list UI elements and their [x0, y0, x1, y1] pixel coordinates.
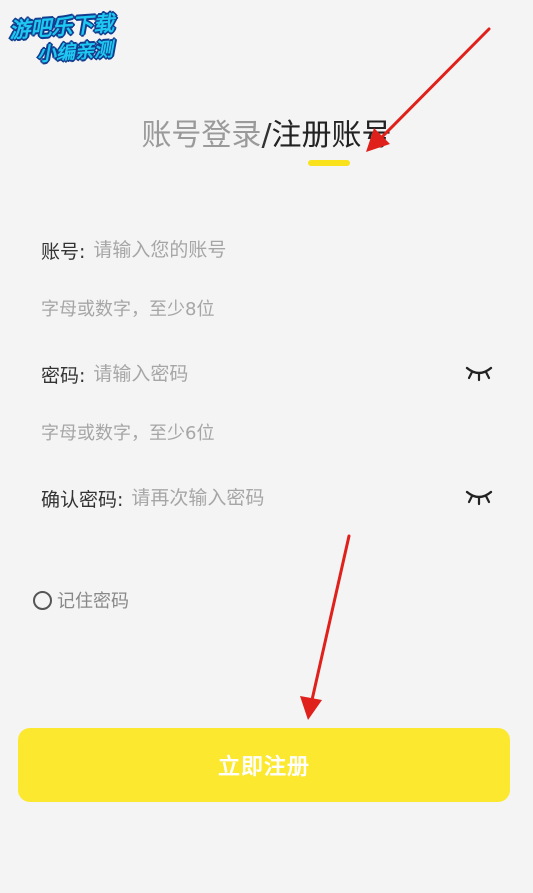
account-label: 账号:: [41, 240, 86, 263]
password-label: 密码:: [41, 364, 86, 387]
register-button[interactable]: 立即注册: [18, 728, 510, 802]
register-page: 游吧乐下载 小编亲测 账号登录/注册账号 账号: 字母或数字，至少8位 密码: …: [0, 0, 533, 893]
watermark-line2: 小编亲测: [36, 38, 114, 66]
confirm-password-row: 确认密码:: [41, 480, 493, 516]
auth-tabs: 账号登录/注册账号: [0, 114, 533, 158]
account-row: 账号:: [41, 232, 493, 268]
active-tab-indicator: [308, 160, 350, 166]
confirm-password-input[interactable]: [131, 487, 493, 509]
remember-password-label: 记住密码: [57, 591, 129, 612]
password-hint: 字母或数字，至少6位: [41, 423, 215, 444]
tab-separator: /: [261, 118, 272, 153]
arrow-to-register-button: [300, 534, 351, 720]
watermark-logo: 游吧乐下载 小编亲测: [6, 5, 150, 73]
account-input[interactable]: [93, 239, 493, 261]
tab-login[interactable]: 账号登录: [141, 118, 261, 153]
password-row: 密码:: [41, 356, 493, 392]
remember-radio[interactable]: [33, 590, 52, 610]
eye-closed-icon[interactable]: [465, 362, 493, 384]
account-hint: 字母或数字，至少8位: [41, 299, 215, 320]
remember-password-toggle[interactable]: 记住密码: [33, 587, 129, 613]
confirm-password-label: 确认密码:: [41, 488, 124, 511]
tab-register[interactable]: 注册账号: [272, 118, 392, 153]
eye-closed-icon[interactable]: [465, 486, 493, 508]
password-input[interactable]: [93, 363, 493, 385]
